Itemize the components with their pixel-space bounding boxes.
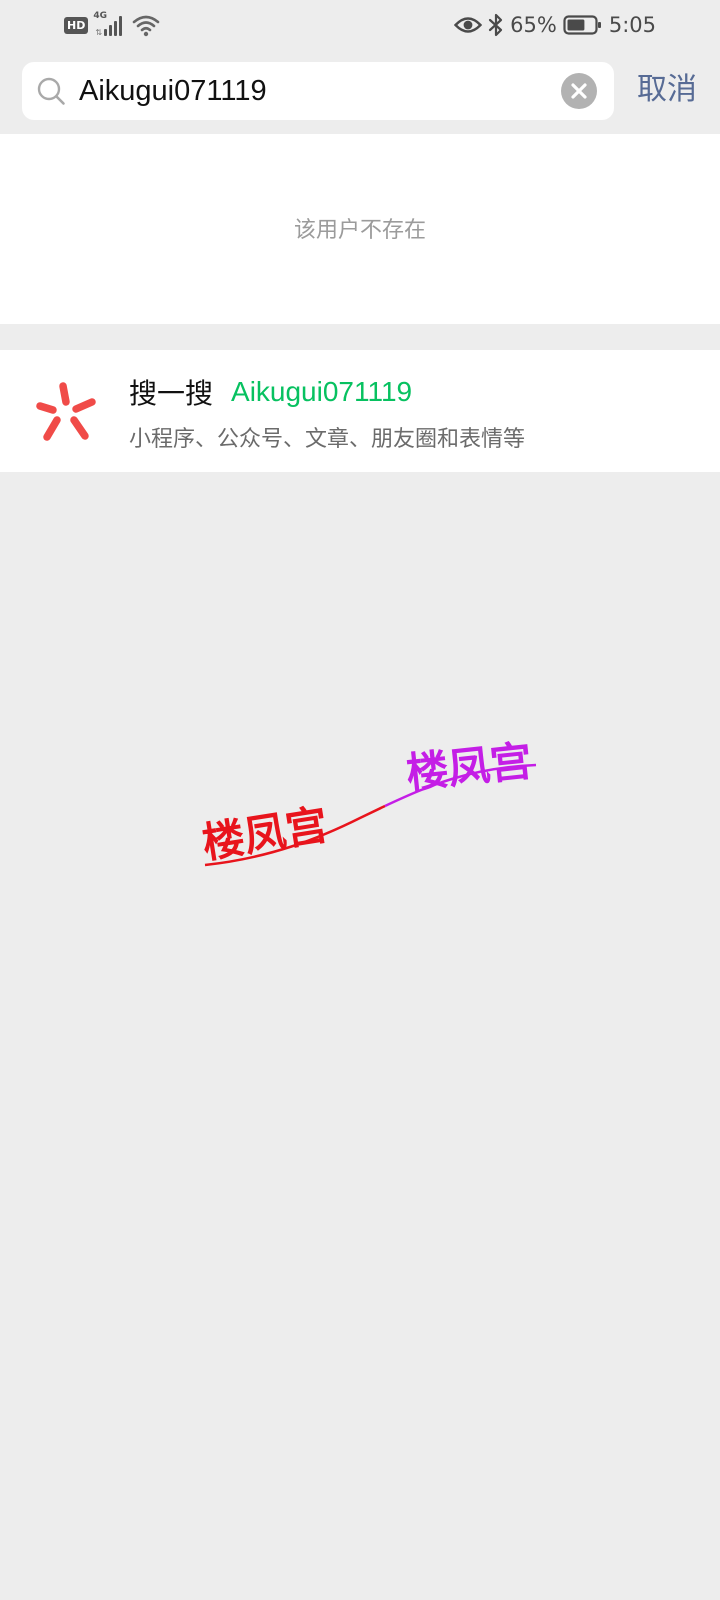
close-icon: [571, 83, 587, 99]
search-header: Aikugui071119 取消: [0, 50, 720, 134]
signal-icon: 4G ⇅: [93, 11, 123, 37]
network-type-label: 4G: [93, 11, 107, 21]
clear-search-button[interactable]: [561, 73, 597, 109]
battery-icon: [563, 15, 601, 35]
battery-percent: 65%: [510, 13, 557, 37]
watermark-curve-left: [204, 804, 386, 867]
status-bar-right: 65% 5:05: [454, 10, 656, 40]
search-icon: [37, 77, 65, 105]
data-arrows-icon: ⇅: [95, 28, 103, 37]
status-bar: HD 4G ⇅ 65% 5:05: [0, 0, 720, 50]
watermark-text-left: 楼凤宫: [199, 800, 331, 868]
sousou-label: 搜一搜: [129, 377, 214, 410]
status-time: 5:05: [608, 13, 656, 37]
empty-result-message: 该用户不存在: [293, 218, 426, 243]
status-bar-left: HD 4G ⇅: [64, 11, 160, 38]
watermark-curve-right: [384, 763, 537, 808]
watermark-text-right: 楼凤宫: [404, 736, 534, 798]
sousou-title-row: 搜一搜 Aikugui071119: [129, 372, 412, 412]
hd-icon: HD: [64, 16, 89, 34]
bluetooth-icon: [489, 13, 503, 37]
cancel-button[interactable]: 取消: [637, 70, 697, 110]
wifi-icon: [133, 15, 160, 37]
sousou-icon: [36, 382, 96, 441]
search-input[interactable]: Aikugui071119: [22, 62, 614, 120]
sousou-search-item[interactable]: 搜一搜 Aikugui071119 小程序、公众号、文章、朋友圈和表情等: [0, 350, 720, 472]
search-query-text: Aikugui071119: [79, 75, 267, 107]
sousou-subtitle: 小程序、公众号、文章、朋友圈和表情等: [129, 427, 526, 452]
eye-icon: [454, 17, 483, 33]
sousou-keyword: Aikugui071119: [231, 376, 413, 407]
result-empty-panel: 该用户不存在: [0, 134, 720, 324]
